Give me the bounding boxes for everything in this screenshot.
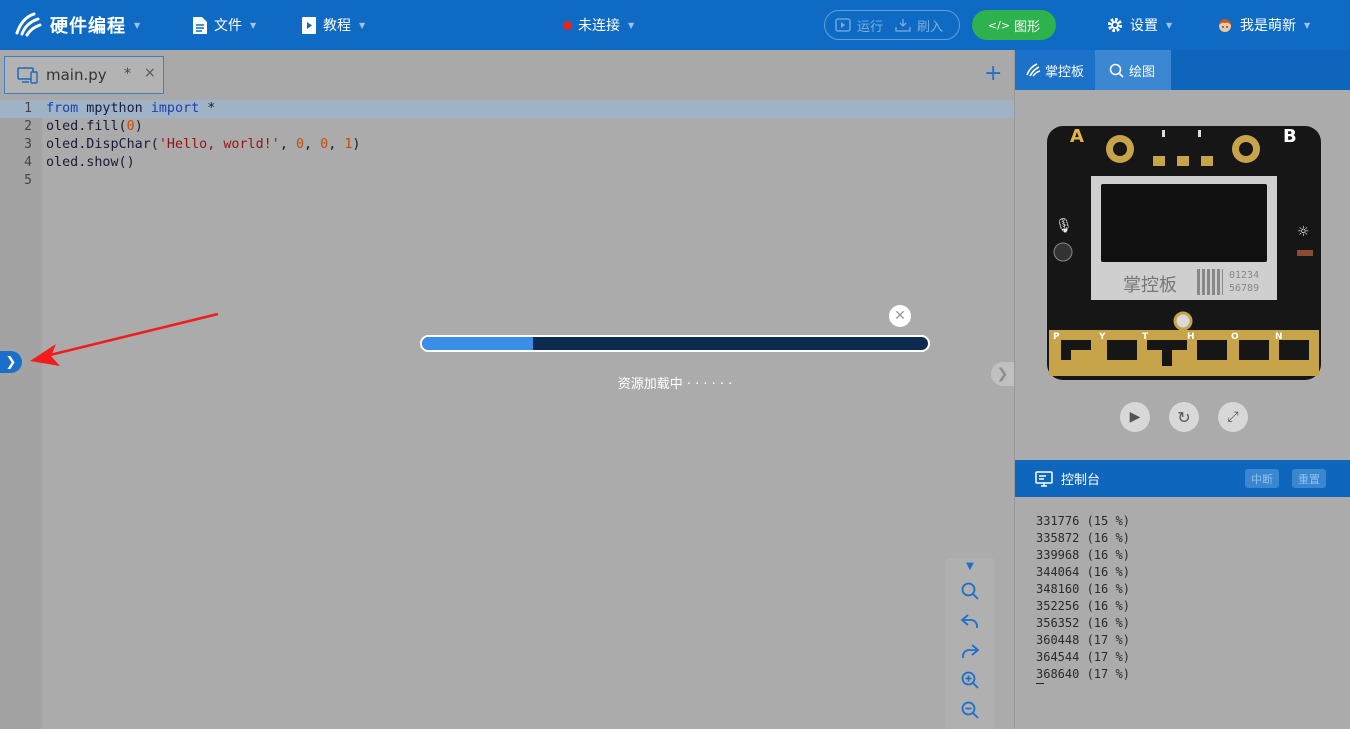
connection-status[interactable]: 未连接 ▼ [563,0,634,50]
undo-button[interactable] [957,608,983,634]
code-icon: </> [987,18,1011,32]
status-dot-icon [563,20,572,30]
gear-icon [1106,16,1124,34]
user-name: 我是萌新 [1240,18,1296,34]
console-title: 控制台 [1061,473,1101,488]
console-output[interactable]: 331776 (15 %) 335872 (16 %) 339968 (16 %… [1015,497,1350,729]
tab-board-label: 掌控板 [1045,64,1085,80]
board-preview: A B 🎙 ☼ 掌控板 01234 56789 P Y T H O N [1047,126,1321,380]
user-menu[interactable]: 我是萌新 ▼ [1216,0,1310,50]
annotation-arrow [30,312,219,366]
touch-pad-label: T [1142,332,1149,342]
chevron-down-icon: ▼ [359,20,366,30]
tutorial-menu[interactable]: 教程 ▼ [301,0,365,50]
qr-code-icon [1197,269,1223,295]
chevron-down-icon: ▼ [1304,20,1311,30]
board-label-a: A [1070,126,1084,147]
chevron-right-icon: ❯ [996,366,1009,382]
console-line: 348160 (16 %) [1036,582,1130,596]
chevron-down-icon: ▼ [1166,20,1173,30]
play-icon: ▶ [1129,409,1141,425]
graphic-mode-label: 图形 [1014,19,1041,35]
chevron-down-icon: ▼ [628,20,635,30]
avatar [1216,16,1234,34]
zoom-in-icon [961,671,979,689]
tab-draw-label: 绘图 [1129,64,1156,80]
board-code-line-1: 01234 [1229,270,1260,281]
expand-icon: ⤢ [1227,409,1239,425]
run-flash-group: 运行 刷入 [824,10,960,40]
search-icon [961,582,979,600]
board-code-line-2: 56789 [1229,283,1260,294]
loading-text: 资源加载中 · · · · · · [617,377,733,392]
download-icon [895,18,911,32]
simulator-run-button[interactable]: ▶ [1120,402,1150,432]
right-panel-tabs: 掌控板 绘图 [1015,50,1350,90]
play-icon [835,18,851,32]
simulator-fullscreen-button[interactable]: ⤢ [1218,402,1248,432]
search-icon [1109,63,1124,78]
close-icon: ✕ [894,308,906,324]
zoom-out-icon [961,701,979,719]
console-line: 335872 (16 %) [1036,531,1130,545]
add-tab-button[interactable]: + [984,63,1002,85]
board-icon [1025,63,1041,77]
run-button[interactable]: 运行 [835,16,883,35]
touch-pad-label: Y [1099,332,1106,342]
flash-button-label: 刷入 [917,19,944,35]
simulator-restart-button[interactable]: ↻ [1169,402,1199,432]
run-button-label: 运行 [857,19,884,35]
search-button[interactable] [957,578,983,604]
touch-pad-label: H [1187,332,1195,342]
loading-progress-bar [420,335,930,352]
microphone-icon: 🎙 [1055,218,1073,234]
collapse-right-panel-button[interactable]: ❯ [991,362,1014,386]
undo-icon [960,614,978,628]
zoom-in-button[interactable] [957,667,983,693]
tab-draw[interactable]: 绘图 [1095,50,1171,90]
console-header: 控制台 中断 重置 [1015,460,1350,497]
console-icon [1035,470,1053,487]
zoom-out-button[interactable] [957,697,983,723]
graphic-mode-button[interactable]: </> 图形 [972,10,1056,40]
settings-menu[interactable]: 设置 ▼ [1106,0,1172,50]
tutorial-menu-label: 教程 [323,18,351,34]
console-line: 360448 (17 %) [1036,633,1130,647]
touch-pad-label: O [1231,332,1239,342]
console-line: 339968 (16 %) [1036,548,1130,562]
board-label-b: B [1283,126,1297,147]
console-line: 352256 (16 %) [1036,599,1130,613]
touch-pad-label: N [1275,332,1283,342]
tab-board[interactable]: 掌控板 [1015,50,1095,90]
editor-toolstrip: ▼ [945,558,995,729]
redo-icon [962,644,980,658]
loading-progress-fill [422,337,534,350]
console-line: 331776 (15 %) [1036,514,1130,528]
refresh-icon: ↻ [1177,407,1191,427]
board-brand: 掌控板 [1123,275,1177,296]
console-line: 368640 (17 %) [1036,667,1130,681]
console-line: 364544 (17 %) [1036,650,1130,664]
console-cursor [1036,683,1044,684]
reset-button[interactable]: 重置 [1292,469,1326,488]
tutorial-icon [301,16,317,35]
triangle-down-icon: ▼ [966,560,974,572]
settings-label: 设置 [1130,18,1158,34]
right-panel: 掌控板 绘图 A B 🎙 ☼ 掌控板 01234 56789 P Y T H O… [1014,50,1350,729]
connection-status-label: 未连接 [578,18,620,34]
redo-button[interactable] [957,638,983,664]
interrupt-button[interactable]: 中断 [1245,469,1279,488]
touch-pad-label: P [1053,332,1060,342]
console-line: 344064 (16 %) [1036,565,1130,579]
flash-button[interactable]: 刷入 [895,16,943,35]
light-sensor-icon: ☼ [1297,224,1310,240]
chevron-down-icon: ▼ [250,20,257,30]
collapse-toolstrip-button[interactable]: ▼ [957,558,983,574]
console-line: 356352 (16 %) [1036,616,1130,630]
loading-close-button[interactable]: ✕ [889,305,911,327]
